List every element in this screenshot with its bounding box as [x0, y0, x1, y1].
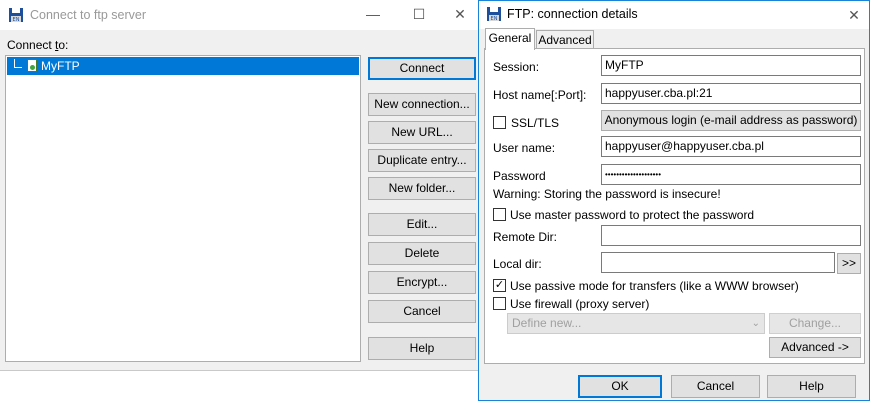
connect-button[interactable]: Connect [368, 57, 476, 80]
delete-button[interactable]: Delete [368, 242, 476, 265]
local-dir-input[interactable] [601, 252, 835, 273]
session-label: Session: [493, 60, 540, 74]
master-password-label: Use master password to protect the passw… [510, 208, 755, 222]
maximize-icon[interactable]: ☐ [396, 0, 442, 30]
close-icon[interactable]: ✕ [440, 0, 480, 30]
user-name-input[interactable]: happyuser@happyuser.cba.pl [601, 136, 861, 157]
svg-text:EN: EN [13, 17, 20, 23]
password-label: Password [493, 169, 546, 183]
anonymous-login-button[interactable]: Anonymous login (e-mail address as passw… [601, 110, 861, 131]
encrypt-button[interactable]: Encrypt... [368, 271, 476, 294]
help-button[interactable]: Help [368, 337, 476, 360]
ok-button[interactable]: OK [578, 375, 662, 398]
master-password-checkbox[interactable] [493, 208, 506, 221]
dialog-cancel-button[interactable]: Cancel [671, 375, 760, 398]
connection-tree[interactable]: MyFTP [5, 55, 361, 362]
password-input[interactable]: •••••••••••••••••••• [601, 164, 861, 185]
firewall-define-select: Define new... ⌄ [507, 313, 765, 334]
svg-text:EN: EN [491, 16, 498, 22]
ssl-tls-checkbox[interactable] [493, 116, 506, 129]
advanced-button[interactable]: Advanced -> [769, 337, 861, 358]
tab-general[interactable]: General [485, 28, 535, 50]
new-folder-button[interactable]: New folder... [368, 177, 476, 200]
dialog-help-button[interactable]: Help [767, 375, 856, 398]
duplicate-entry-button[interactable]: Duplicate entry... [368, 149, 476, 172]
browse-button[interactable]: >> [837, 253, 861, 274]
title-bar[interactable]: EN Connect to ftp server — ☐ ✕ [0, 0, 484, 30]
window-title: Connect to ftp server [30, 8, 147, 22]
connect-to-ftp-server-window: EN Connect to ftp server — ☐ ✕ Connect t… [0, 0, 484, 371]
host-name-input[interactable]: happyuser.cba.pl:21 [601, 83, 861, 104]
close-icon[interactable]: ✕ [839, 1, 869, 29]
edit-button[interactable]: Edit... [368, 213, 476, 236]
chevron-down-icon: ⌄ [751, 318, 760, 329]
remote-dir-input[interactable] [601, 225, 861, 246]
floppy-disk-icon: EN [487, 7, 501, 22]
change-button: Change... [769, 313, 861, 334]
session-input[interactable]: MyFTP [601, 55, 861, 76]
ftp-connection-details-dialog: EN FTP: connection details ✕ General Adv… [478, 0, 870, 401]
connect-to-label: Connect to: [7, 38, 69, 52]
dialog-title-bar[interactable]: EN FTP: connection details ✕ [479, 1, 869, 29]
user-name-label: User name: [493, 141, 556, 155]
checkmark-icon: ✓ [494, 279, 505, 291]
passive-mode-checkbox[interactable]: ✓ [493, 279, 506, 292]
floppy-disk-icon: EN [9, 8, 23, 23]
firewall-label: Use firewall (proxy server) [510, 297, 650, 311]
ssl-tls-label: SSL/TLS [511, 116, 560, 130]
dialog-title: FTP: connection details [507, 7, 638, 21]
new-url-button[interactable]: New URL... [368, 121, 476, 144]
minimize-icon[interactable]: — [350, 0, 396, 30]
ftp-site-icon [27, 59, 37, 72]
cancel-button[interactable]: Cancel [368, 300, 476, 323]
tab-advanced[interactable]: Advanced [536, 30, 594, 50]
tree-connector-line [14, 59, 22, 68]
new-connection-button[interactable]: New connection... [368, 93, 476, 116]
tree-item-label: MyFTP [41, 59, 80, 73]
local-dir-label: Local dir: [493, 257, 542, 271]
firewall-checkbox[interactable] [493, 297, 506, 310]
firewall-select-value: Define new... [512, 316, 582, 330]
password-warning: Warning: Storing the password is insecur… [493, 187, 721, 201]
passive-mode-label: Use passive mode for transfers (like a W… [510, 279, 799, 293]
remote-dir-label: Remote Dir: [493, 230, 558, 244]
host-name-label: Host name[:Port]: [493, 88, 587, 102]
tree-item-myftp[interactable]: MyFTP [7, 57, 359, 75]
